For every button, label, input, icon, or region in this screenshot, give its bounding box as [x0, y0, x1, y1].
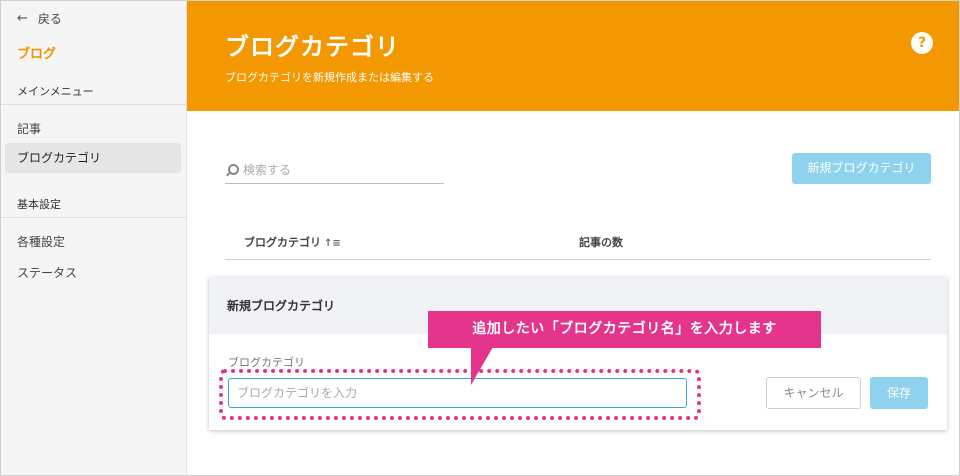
sidebar-title: ブログ: [17, 47, 57, 62]
table-header-divider: [225, 259, 931, 260]
page-header: ブログカテゴリ ブログカテゴリを新規作成または編集する ?: [187, 1, 959, 111]
card-title: 新規ブログカテゴリ: [227, 299, 336, 313]
category-field-label: ブログカテゴリ: [228, 356, 305, 369]
page-subtitle: ブログカテゴリを新規作成または編集する: [225, 71, 434, 84]
search-bar: [225, 156, 444, 184]
column-header-category-label: ブログカテゴリ: [244, 236, 321, 249]
search-input[interactable]: [243, 162, 433, 177]
back-label: 戻る: [37, 12, 62, 26]
sidebar: ← 戻る ブログ メインメニュー 記事 ブログカテゴリ 基本設定 各種設定 ステ…: [1, 1, 187, 475]
callout-pointer-icon: [471, 347, 493, 385]
sidebar-item-status[interactable]: ステータス: [17, 264, 77, 281]
sidebar-item-blog-category[interactable]: ブログカテゴリ: [5, 143, 181, 173]
sidebar-item-settings[interactable]: 各種設定: [17, 233, 65, 250]
column-header-category[interactable]: ブログカテゴリ ↑≡: [244, 234, 341, 250]
annotation-highlight: [219, 369, 701, 420]
save-button[interactable]: 保存: [870, 377, 928, 409]
back-link[interactable]: ← 戻る: [17, 10, 62, 27]
sidebar-section-main: メインメニュー: [17, 85, 94, 98]
search-icon: [225, 163, 239, 177]
sidebar-item-articles[interactable]: 記事: [17, 120, 41, 137]
help-icon[interactable]: ?: [911, 32, 933, 54]
annotation-callout: 追加したい「ブログカテゴリ名」を入力します: [428, 311, 821, 348]
sidebar-divider: [1, 104, 187, 105]
back-arrow-icon: ←: [17, 11, 28, 26]
app-frame: ← 戻る ブログ メインメニュー 記事 ブログカテゴリ 基本設定 各種設定 ステ…: [0, 0, 960, 476]
page-title: ブログカテゴリ: [225, 33, 400, 61]
sidebar-section-basic: 基本設定: [17, 198, 61, 211]
column-header-article-count[interactable]: 記事の数: [579, 234, 623, 250]
new-category-button[interactable]: 新規ブログカテゴリ: [792, 153, 931, 184]
sort-ascending-icon[interactable]: ↑≡: [324, 238, 341, 249]
cancel-button[interactable]: キャンセル: [766, 377, 861, 409]
sidebar-divider: [1, 217, 187, 218]
